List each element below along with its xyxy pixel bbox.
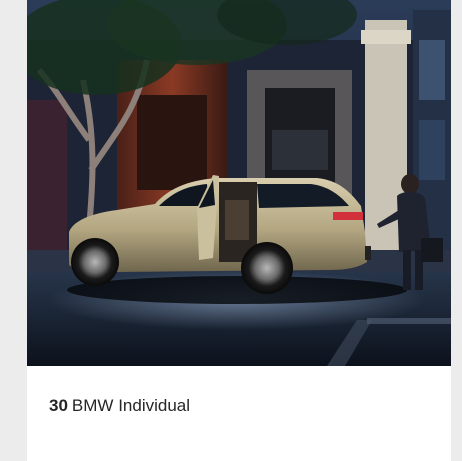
content-card[interactable]: 30 BMW Individual: [27, 0, 451, 461]
page-number: 30: [49, 396, 68, 415]
card-caption: 30 BMW Individual: [49, 396, 190, 416]
card-title: BMW Individual: [71, 396, 191, 415]
car-photo: [27, 0, 451, 366]
